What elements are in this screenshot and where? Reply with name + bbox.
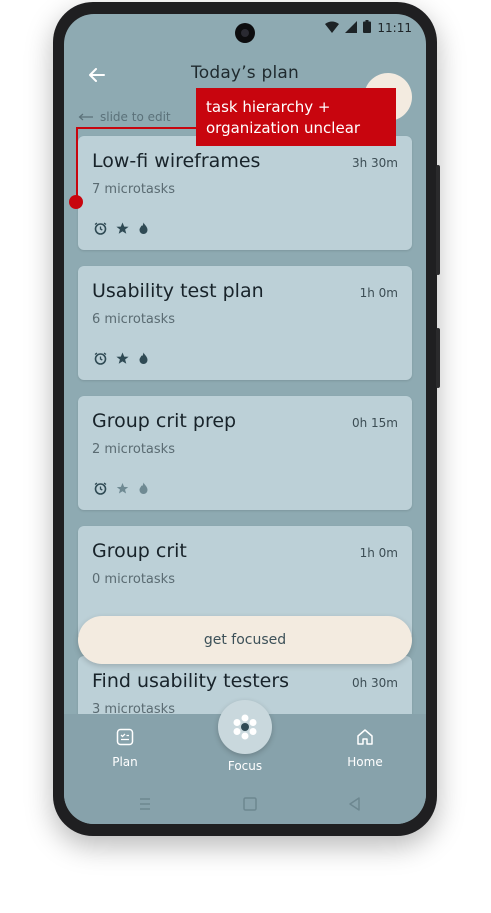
nav-label-home: Home xyxy=(347,755,383,769)
task-microtask-count: 0 microtasks xyxy=(92,572,175,587)
annotation-connector xyxy=(77,127,196,129)
task-attribute-icons xyxy=(94,482,149,495)
focus-icon xyxy=(233,714,257,740)
task-microtask-count: 6 microtasks xyxy=(92,312,175,327)
star-icon xyxy=(116,222,129,235)
nav-item-plan[interactable]: Plan xyxy=(80,728,170,769)
task-title: Usability test plan xyxy=(92,280,264,302)
task-title: Low-fi wireframes xyxy=(92,150,261,172)
flame-icon xyxy=(138,482,149,495)
task-card[interactable]: Low-fi wireframes 3h 30m 7 microtasks xyxy=(78,136,412,250)
nav-item-home[interactable]: Home xyxy=(320,728,410,769)
task-duration: 1h 0m xyxy=(359,546,398,560)
task-card[interactable]: Group crit prep 0h 15m 2 microtasks xyxy=(78,396,412,510)
flame-icon xyxy=(138,352,149,365)
phone-volume-button xyxy=(436,328,440,388)
task-attribute-icons xyxy=(94,222,149,235)
alarm-icon xyxy=(94,482,107,495)
task-title: Find usability testers xyxy=(92,670,290,692)
nav-label-focus: Focus xyxy=(227,759,263,773)
back-system-icon[interactable] xyxy=(345,794,365,814)
home-system-icon[interactable] xyxy=(240,794,260,814)
alarm-icon xyxy=(94,352,107,365)
get-focused-button[interactable]: get focused xyxy=(78,616,412,664)
annotation-marker xyxy=(69,195,83,209)
task-duration: 1h 0m xyxy=(359,286,398,300)
nav-label-plan: Plan xyxy=(112,755,138,769)
task-microtask-count: 2 microtasks xyxy=(92,442,175,457)
annotation-callout: task hierarchy + organization unclear xyxy=(196,88,396,146)
recents-icon[interactable] xyxy=(135,794,155,814)
annotation-connector xyxy=(76,127,78,199)
flame-icon xyxy=(138,222,149,235)
task-duration: 0h 30m xyxy=(351,676,398,690)
phone-power-button xyxy=(436,165,440,275)
star-icon xyxy=(116,352,129,365)
plan-icon xyxy=(116,728,134,749)
task-duration: 3h 30m xyxy=(351,156,398,170)
task-attribute-icons xyxy=(94,352,149,365)
task-duration: 0h 15m xyxy=(351,416,398,430)
task-microtask-count: 7 microtasks xyxy=(92,182,175,197)
home-icon xyxy=(356,729,374,749)
star-outline-icon xyxy=(116,482,129,495)
task-title: Group crit xyxy=(92,540,187,562)
front-camera xyxy=(235,23,255,43)
task-title: Group crit prep xyxy=(92,410,237,432)
nav-item-focus[interactable] xyxy=(218,700,272,754)
alarm-icon xyxy=(94,222,107,235)
task-card[interactable]: Usability test plan 1h 0m 6 microtasks xyxy=(78,266,412,380)
